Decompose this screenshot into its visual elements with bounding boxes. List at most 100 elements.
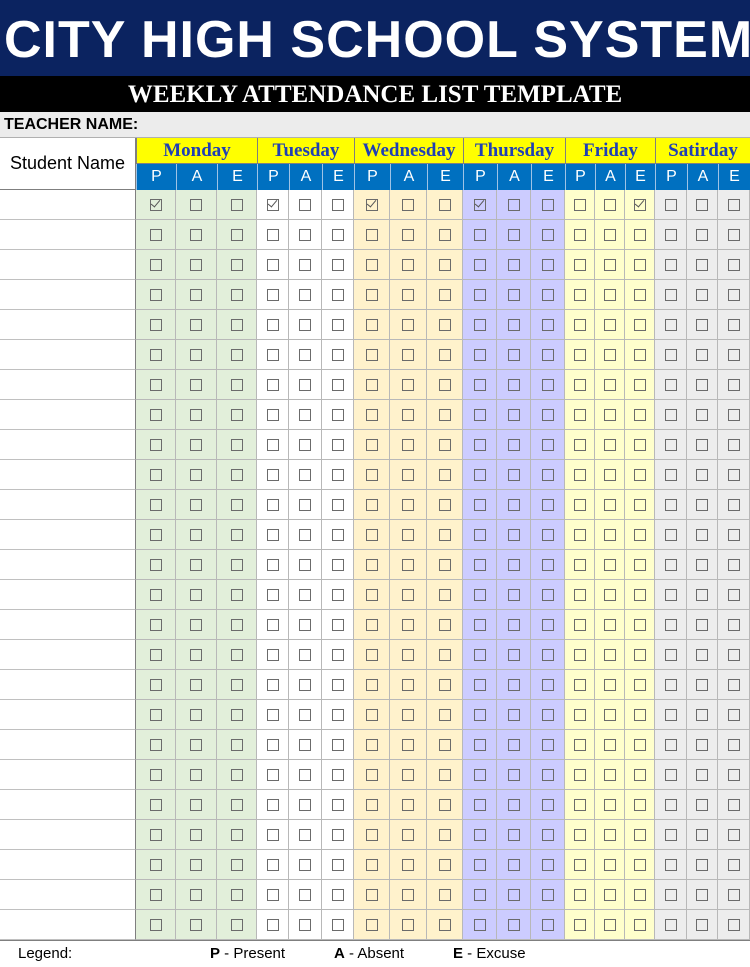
attendance-checkbox[interactable] [541, 288, 554, 301]
attendance-checkbox[interactable] [438, 708, 451, 721]
attendance-checkbox[interactable] [402, 738, 414, 751]
attendance-checkbox[interactable] [331, 588, 344, 601]
attendance-checkbox[interactable] [149, 708, 162, 721]
attendance-checkbox[interactable] [507, 378, 520, 391]
attendance-checkbox[interactable] [230, 768, 243, 781]
attendance-checkbox[interactable] [603, 888, 616, 901]
attendance-checkbox[interactable] [331, 378, 344, 391]
attendance-checkbox[interactable] [149, 228, 162, 241]
attendance-checkbox[interactable] [696, 828, 708, 841]
attendance-checkbox[interactable] [365, 858, 378, 871]
attendance-checkbox[interactable] [727, 288, 740, 301]
student-name-cell[interactable] [0, 880, 136, 910]
student-name-cell[interactable] [0, 460, 136, 490]
attendance-checkbox[interactable] [230, 888, 243, 901]
attendance-checkbox[interactable] [696, 768, 708, 781]
attendance-checkbox[interactable] [299, 768, 311, 781]
attendance-checkbox[interactable] [664, 288, 677, 301]
attendance-checkbox[interactable] [573, 228, 586, 241]
attendance-checkbox[interactable] [230, 498, 243, 511]
attendance-checkbox[interactable] [633, 678, 646, 691]
attendance-checkbox[interactable] [402, 408, 414, 421]
attendance-checkbox[interactable] [266, 498, 279, 511]
attendance-checkbox[interactable] [603, 708, 616, 721]
attendance-checkbox[interactable] [438, 738, 451, 751]
attendance-checkbox[interactable] [365, 828, 378, 841]
attendance-checkbox[interactable] [473, 828, 486, 841]
attendance-checkbox[interactable] [438, 228, 451, 241]
attendance-checkbox[interactable] [633, 528, 646, 541]
attendance-checkbox[interactable] [633, 798, 646, 811]
attendance-checkbox[interactable] [365, 498, 378, 511]
attendance-checkbox[interactable] [331, 228, 344, 241]
attendance-checkbox[interactable] [365, 258, 378, 271]
attendance-checkbox[interactable] [331, 468, 344, 481]
attendance-checkbox[interactable] [473, 288, 486, 301]
attendance-checkbox[interactable] [402, 918, 414, 931]
attendance-checkbox[interactable] [473, 588, 486, 601]
attendance-checkbox[interactable] [664, 318, 677, 331]
attendance-checkbox[interactable] [402, 378, 414, 391]
attendance-checkbox[interactable] [633, 348, 646, 361]
student-name-cell[interactable] [0, 760, 136, 790]
attendance-checkbox[interactable] [727, 678, 740, 691]
attendance-checkbox[interactable] [507, 648, 520, 661]
attendance-checkbox[interactable] [727, 828, 740, 841]
student-name-cell[interactable] [0, 400, 136, 430]
attendance-checkbox[interactable] [507, 618, 520, 631]
attendance-checkbox[interactable] [402, 708, 414, 721]
student-name-cell[interactable] [0, 640, 136, 670]
attendance-checkbox[interactable] [230, 708, 243, 721]
attendance-checkbox[interactable] [727, 888, 740, 901]
attendance-checkbox[interactable] [696, 378, 708, 391]
attendance-checkbox[interactable] [603, 228, 616, 241]
attendance-checkbox[interactable] [603, 348, 616, 361]
attendance-checkbox[interactable] [633, 768, 646, 781]
attendance-checkbox[interactable] [727, 198, 740, 211]
attendance-checkbox[interactable] [696, 228, 708, 241]
attendance-checkbox[interactable] [473, 528, 486, 541]
attendance-checkbox[interactable] [190, 198, 202, 211]
attendance-checkbox[interactable] [365, 708, 378, 721]
attendance-checkbox[interactable] [541, 258, 554, 271]
attendance-checkbox[interactable] [696, 858, 708, 871]
attendance-checkbox[interactable] [299, 258, 311, 271]
attendance-checkbox[interactable] [230, 858, 243, 871]
attendance-checkbox[interactable] [365, 588, 378, 601]
attendance-checkbox[interactable] [541, 708, 554, 721]
attendance-checkbox[interactable] [696, 258, 708, 271]
student-name-cell[interactable] [0, 850, 136, 880]
attendance-checkbox[interactable] [664, 738, 677, 751]
attendance-checkbox[interactable] [149, 828, 162, 841]
attendance-checkbox[interactable] [299, 588, 311, 601]
attendance-checkbox[interactable] [190, 858, 202, 871]
student-name-cell[interactable] [0, 370, 136, 400]
attendance-checkbox[interactable] [727, 708, 740, 721]
attendance-checkbox[interactable] [331, 648, 344, 661]
attendance-checkbox[interactable] [190, 738, 202, 751]
attendance-checkbox[interactable] [299, 888, 311, 901]
attendance-checkbox[interactable] [633, 888, 646, 901]
attendance-checkbox[interactable] [603, 318, 616, 331]
attendance-checkbox[interactable] [541, 198, 554, 211]
attendance-checkbox[interactable] [402, 528, 414, 541]
attendance-checkbox[interactable] [541, 858, 554, 871]
attendance-checkbox[interactable] [230, 558, 243, 571]
attendance-checkbox[interactable] [438, 648, 451, 661]
attendance-checkbox[interactable] [541, 888, 554, 901]
attendance-checkbox[interactable] [266, 918, 279, 931]
attendance-checkbox[interactable] [473, 678, 486, 691]
attendance-checkbox[interactable] [190, 888, 202, 901]
attendance-checkbox[interactable] [365, 558, 378, 571]
attendance-checkbox[interactable] [230, 258, 243, 271]
attendance-checkbox[interactable] [633, 558, 646, 571]
attendance-checkbox[interactable] [438, 828, 451, 841]
attendance-checkbox[interactable] [696, 738, 708, 751]
attendance-checkbox[interactable] [507, 828, 520, 841]
attendance-checkbox[interactable] [266, 198, 279, 211]
attendance-checkbox[interactable] [402, 558, 414, 571]
attendance-checkbox[interactable] [727, 258, 740, 271]
attendance-checkbox[interactable] [727, 798, 740, 811]
attendance-checkbox[interactable] [149, 858, 162, 871]
attendance-checkbox[interactable] [603, 798, 616, 811]
